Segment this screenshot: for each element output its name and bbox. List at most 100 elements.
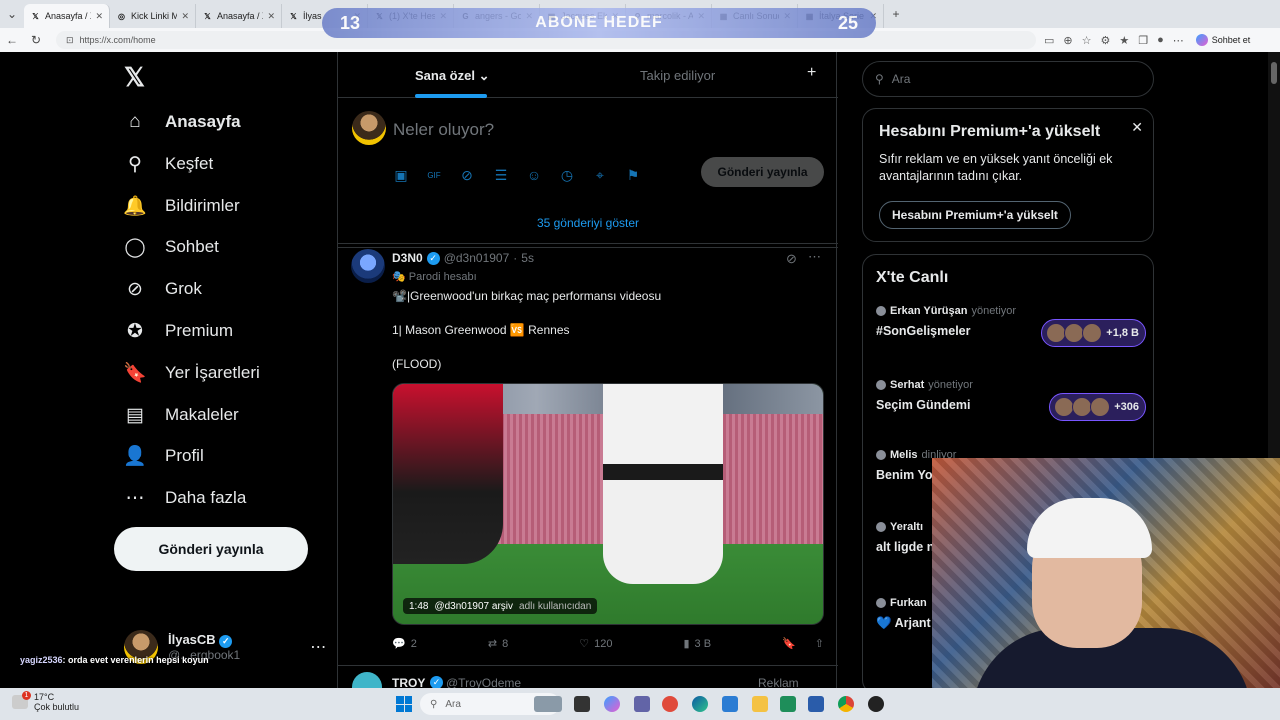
sidebar-item-premium[interactable]: ✪ Premium [123, 319, 233, 343]
reply-button[interactable]: 💬 2 [392, 637, 417, 651]
schedule-icon[interactable]: ◷ [558, 166, 576, 184]
favorite-star-icon[interactable]: ☆ [1082, 34, 1092, 47]
tab-for-you[interactable]: Sana özel ⌄ [415, 68, 489, 84]
media-icon[interactable]: ▣ [392, 166, 410, 184]
tweet-more-icon[interactable]: ⋯ [808, 249, 821, 265]
close-tab-icon[interactable]: ✕ [95, 11, 103, 22]
tweet-author-avatar[interactable] [351, 249, 385, 283]
live-space-item[interactable]: Serhat yönetiyor Seçim Gündemi +306 [876, 379, 1146, 421]
app-icon[interactable] [868, 696, 884, 712]
tweet-time[interactable]: 5s [521, 251, 534, 265]
app-icon[interactable] [808, 696, 824, 712]
grok-tool-icon[interactable]: ⊘ [458, 166, 476, 184]
sidebar-item-bell[interactable]: 🔔 Bildirimler [123, 194, 239, 218]
zoom-icon[interactable]: ⊕ [1063, 34, 1072, 47]
sidebar-item-label: Profil [165, 446, 204, 465]
task-view-icon[interactable] [574, 696, 590, 712]
site-info-icon[interactable]: ⊡ [66, 35, 74, 46]
browser-more-icon[interactable]: ⋯ [1173, 34, 1184, 47]
app-icon[interactable] [662, 696, 678, 712]
edge-icon[interactable] [692, 696, 708, 712]
bookmark-icon: 🔖 [123, 363, 147, 384]
repost-button[interactable]: ⇄ 8 [487, 637, 508, 651]
share-icon[interactable]: ⇧ [815, 637, 824, 650]
location-icon[interactable]: ⌖ [591, 166, 609, 184]
gif-icon[interactable]: GIF [425, 166, 443, 184]
host-avatar [876, 306, 886, 316]
grok-icon: ⊘ [127, 278, 143, 300]
chrome-icon[interactable] [838, 696, 854, 712]
listeners-pill[interactable]: +306 [1049, 393, 1146, 421]
add-feed-plus-icon[interactable]: + [807, 64, 816, 82]
scrollbar-thumb[interactable] [1271, 62, 1277, 84]
sidebar-item-search[interactable]: ⚲ Keşfet [123, 152, 213, 176]
widgets-icon[interactable] [534, 696, 562, 712]
tweet-author-name[interactable]: D3N0 [392, 251, 423, 265]
file-explorer-icon[interactable] [752, 696, 768, 712]
sidebar-item-profile[interactable]: 👤 Profil [123, 444, 204, 468]
video-source-user[interactable]: @d3n01907 arşiv [434, 601, 513, 612]
poll-icon[interactable]: ☰ [492, 166, 510, 184]
host-avatar [876, 380, 886, 390]
compose-input[interactable]: Neler oluyor? [393, 120, 494, 140]
back-icon[interactable]: ← [0, 33, 24, 47]
start-button-icon[interactable] [396, 696, 412, 712]
video-info-badge: 1:48 @d3n01907 arşiv adlı kullanıcıdan [403, 598, 598, 614]
browser-tab[interactable]: ◎ Kick Linki Mo ✕ [110, 4, 196, 28]
sidebar-item-grok[interactable]: ⊘ Grok [123, 277, 202, 301]
collections-icon[interactable]: ❐ [1138, 34, 1148, 47]
like-button[interactable]: ♡ 120 [579, 637, 612, 651]
read-mode-icon[interactable]: ▭ [1044, 34, 1054, 47]
premium-upgrade-button[interactable]: Hesabını Premium+'a yükselt [879, 201, 1071, 229]
host-name: Furkan [890, 597, 927, 609]
new-tab-plus-icon[interactable]: + [884, 7, 908, 21]
copilot-app-icon[interactable] [604, 696, 620, 712]
premium-icon: ✪ [127, 320, 143, 342]
profile-avatar-icon[interactable]: ● [1157, 34, 1164, 47]
sidebar-item-more[interactable]: ⋯ Daha fazla [123, 486, 247, 510]
tweet-video[interactable]: 1:48 @d3n01907 arşiv adlı kullanıcıdan [392, 383, 824, 625]
account-more-icon[interactable]: ⋯ [310, 637, 326, 657]
compose-post-button[interactable]: Gönderi yayınla [701, 157, 824, 187]
flag-icon[interactable]: ⚑ [624, 166, 642, 184]
reload-icon[interactable]: ↻ [24, 33, 48, 47]
repost-icon: ⇄ [487, 638, 498, 650]
close-tab-icon[interactable]: ✕ [181, 11, 189, 22]
views-button[interactable]: ▮ 3 B [683, 637, 711, 651]
close-icon[interactable]: ✕ [1131, 119, 1143, 136]
show-new-posts-link[interactable]: 35 gönderiyi göster [338, 202, 838, 244]
sidebar-item-articles[interactable]: ▤ Makaleler [123, 403, 239, 427]
browser-tab[interactable]: 𝕏 Anasayfa / X ✕ [24, 4, 110, 28]
views-icon: ▮ [683, 638, 690, 650]
app-icon[interactable] [780, 696, 796, 712]
copilot-button[interactable]: Sohbet et [1195, 34, 1250, 46]
bookmark-button[interactable]: 🔖 ⇧ [782, 637, 824, 650]
windows-taskbar: 1 17°C Çok bulutlu ⚲ Ara [0, 688, 1280, 720]
tweet[interactable]: D3N0 ✓ @d3n01907 · 5s ⊘ ⋯ 🎭 Parodi hesab… [338, 245, 838, 665]
weather-widget[interactable]: 1 17°C Çok bulutlu [12, 691, 79, 712]
emoji-icon[interactable]: ☺ [525, 166, 543, 184]
tab-following[interactable]: Takip ediliyor [640, 68, 715, 83]
extensions-icon[interactable]: ⚙ [1101, 34, 1111, 47]
teams-icon[interactable] [634, 696, 650, 712]
listeners-pill[interactable]: +1,8 B [1041, 319, 1146, 347]
browser-tab[interactable]: 𝕏 Anasayfa / X ✕ [196, 4, 282, 28]
grok-explain-icon[interactable]: ⊘ [786, 251, 797, 267]
tweet-text-line: 1| Mason Greenwood 🆚 Rennes [392, 323, 570, 337]
x-logo-icon[interactable]: 𝕏 [124, 62, 145, 93]
sidebar-item-home[interactable]: ⌂ Anasayfa [123, 110, 240, 134]
sidebar-item-label: Premium [165, 321, 234, 340]
sidebar-post-button[interactable]: Gönderi yayınla [114, 527, 308, 571]
favorites-icon[interactable]: ★ [1119, 34, 1129, 47]
live-space-item[interactable]: Erkan Yürüşan yönetiyor #SonGelişmeler +1,8… [876, 305, 1146, 347]
store-icon[interactable] [722, 696, 738, 712]
x-logo-icon: 𝕏 [204, 11, 211, 21]
close-tab-icon[interactable]: ✕ [267, 11, 275, 22]
next-tweet[interactable]: TROY ✓ @TroyOdeme Reklam [338, 665, 838, 692]
tweet-author-handle[interactable]: @d3n01907 [444, 251, 510, 265]
goal-title: ABONE HEDEF [535, 14, 663, 31]
sidebar-item-bookmark[interactable]: 🔖 Yer İşaretleri [123, 361, 260, 385]
sidebar-item-chat[interactable]: ◯ Sohbet [123, 235, 219, 259]
tab-list-chevron-icon[interactable]: ⌄ [0, 7, 24, 21]
search-input[interactable]: ⚲ Ara [862, 61, 1154, 97]
